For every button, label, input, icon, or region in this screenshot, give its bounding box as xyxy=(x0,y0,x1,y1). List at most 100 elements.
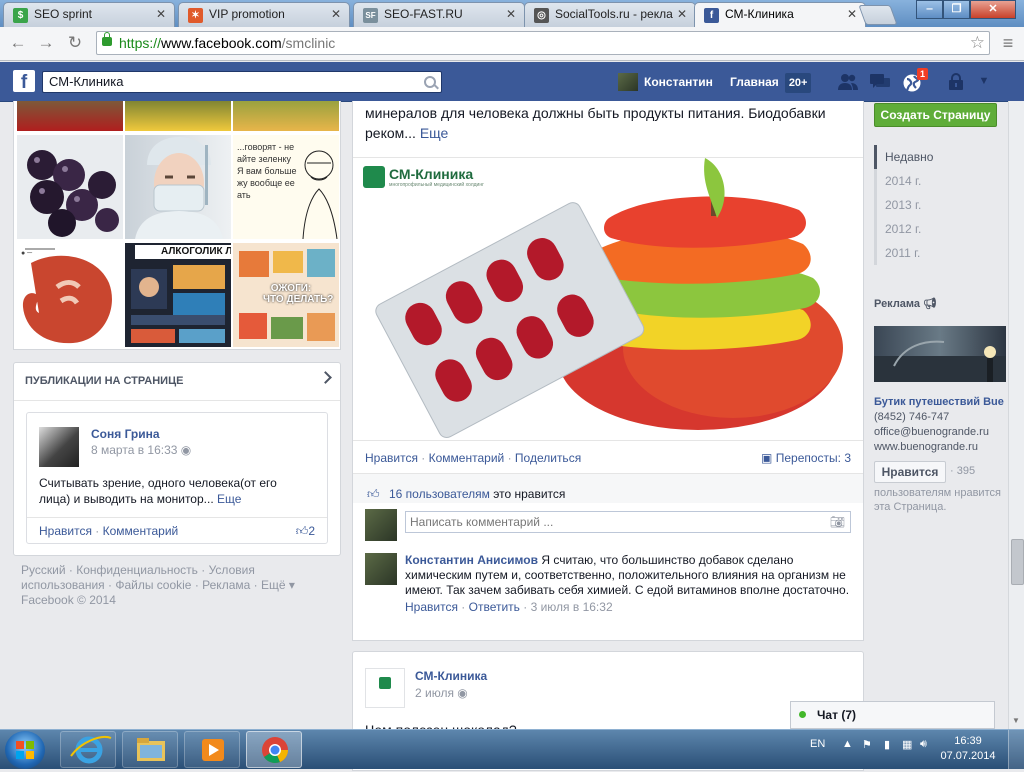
friend-requests-icon[interactable] xyxy=(838,73,858,91)
publications-header[interactable]: ПУБЛИКАЦИИ НА СТРАНИЦЕ xyxy=(14,363,340,401)
like-link[interactable]: Нравится xyxy=(39,524,92,538)
photo-thumbnail-kidney[interactable]: ● ─ xyxy=(17,243,123,347)
profile-link[interactable]: Константин xyxy=(618,72,713,92)
footer-link-more[interactable]: Ещё xyxy=(261,578,286,592)
shares-link[interactable]: ▣ Перепосты: 3 xyxy=(761,451,851,465)
comment-link[interactable]: Комментарий xyxy=(429,451,505,465)
photo-thumbnail[interactable] xyxy=(125,101,231,131)
comment-reply-link[interactable]: Ответить xyxy=(469,600,520,614)
windows-start-button[interactable] xyxy=(5,731,45,769)
post-image[interactable]: СМ-Клиника многопрофильный медицинский х… xyxy=(353,157,863,441)
create-page-button[interactable]: Создать Страницу xyxy=(874,103,997,127)
year-2011[interactable]: 2011 г. xyxy=(874,241,994,265)
photo-thumbnail-nurse[interactable] xyxy=(125,135,231,239)
search-icon[interactable] xyxy=(424,76,436,88)
like-link[interactable]: Нравится xyxy=(365,451,418,465)
address-bar[interactable]: https://www.facebook.com/smclinic ☆ xyxy=(96,31,990,55)
forward-icon[interactable]: → xyxy=(36,33,56,53)
close-window-button[interactable]: ✕ xyxy=(970,0,1016,19)
close-tab-icon[interactable]: ✕ xyxy=(506,3,516,26)
action-center-flag-icon[interactable]: ⚑ xyxy=(862,738,872,751)
show-desktop-button[interactable] xyxy=(1008,730,1024,769)
camera-icon[interactable]: 📷︎ xyxy=(830,512,845,532)
photo-thumbnail-meme[interactable]: ...говорят - не айте зеленку Я вам больш… xyxy=(233,135,339,239)
ad-title[interactable]: Бутик путешествий Bue xyxy=(874,395,1014,410)
footer-link-cookies[interactable]: Файлы cookie xyxy=(115,578,191,592)
back-icon[interactable]: ← xyxy=(8,33,28,53)
close-tab-icon[interactable]: ✕ xyxy=(156,3,166,26)
publications-title: ПУБЛИКАЦИИ НА СТРАНИЦЕ xyxy=(25,375,184,387)
close-tab-icon[interactable]: ✕ xyxy=(677,3,687,26)
ads-header: Реклама 📢︎ xyxy=(874,297,937,310)
comment-author[interactable]: Константин Анисимов xyxy=(405,553,538,567)
comment-input[interactable]: Написать комментарий ... 📷︎ xyxy=(405,511,851,533)
avatar[interactable] xyxy=(365,553,397,585)
ad-like-button[interactable]: Нравится xyxy=(874,461,946,483)
share-link[interactable]: Поделиться xyxy=(515,451,581,465)
system-clock[interactable]: 16:39 07.07.2014 xyxy=(940,734,996,764)
internet-explorer-icon[interactable] xyxy=(60,731,116,768)
see-more-link[interactable]: Еще xyxy=(420,125,449,141)
tab-vip-promotion[interactable]: ✶ VIP promotion ✕ xyxy=(178,2,350,27)
likes-count[interactable]: 👍︎2 xyxy=(296,518,315,544)
photo-thumbnail[interactable] xyxy=(233,101,339,131)
reload-icon[interactable]: ↻ xyxy=(65,33,85,53)
tray-expand-icon[interactable]: ▲ xyxy=(842,738,853,750)
scrollbar-thumb[interactable] xyxy=(1011,539,1024,585)
tab-sm-clinic[interactable]: f СМ-Клиника ✕ xyxy=(694,2,866,28)
bookmark-star-icon[interactable]: ☆ xyxy=(970,32,985,54)
chat-bar[interactable]: Чат (7) xyxy=(790,701,995,729)
menu-icon[interactable]: ≡ xyxy=(998,33,1018,53)
close-tab-icon[interactable]: ✕ xyxy=(847,3,857,26)
likes-count-link[interactable]: 16 пользователям xyxy=(389,487,490,501)
footer-link-language[interactable]: Русский xyxy=(21,563,66,577)
chevron-right-icon[interactable] xyxy=(319,371,332,384)
account-menu-chevron-down-icon[interactable]: ▼ xyxy=(974,75,994,93)
tab-seo-sprint[interactable]: $ SEO sprint ✕ xyxy=(3,2,175,27)
media-player-icon[interactable] xyxy=(184,731,240,768)
post-author[interactable]: СМ-Клиника xyxy=(415,669,487,683)
volume-icon[interactable]: 🔊︎ xyxy=(920,738,927,751)
avatar[interactable] xyxy=(39,427,79,467)
see-more-link[interactable]: Еще xyxy=(217,492,241,506)
home-link[interactable]: Главная 20+ xyxy=(730,72,812,93)
facebook-logo-icon[interactable]: f xyxy=(13,70,35,93)
keyboard-language[interactable]: EN xyxy=(810,738,825,750)
year-2012[interactable]: 2012 г. xyxy=(874,217,994,241)
comment-date[interactable]: 3 июля в 16:32 xyxy=(531,600,613,614)
search-input[interactable]: СМ-Клиника xyxy=(42,71,442,93)
tab-seo-fast[interactable]: SF SEO-FAST.RU ✕ xyxy=(353,2,525,27)
socialtools-favicon-icon: ◎ xyxy=(534,8,549,23)
tab-socialtools[interactable]: ◎ SocialTools.ru - рекла ✕ xyxy=(524,2,696,27)
ad-image[interactable] xyxy=(874,326,1006,382)
publication-author[interactable]: Соня Грина xyxy=(91,427,160,441)
comment-link[interactable]: Комментарий xyxy=(103,524,179,538)
new-tab-button[interactable] xyxy=(858,5,898,25)
messages-icon[interactable] xyxy=(870,73,890,91)
scroll-down-icon[interactable]: ▼ xyxy=(1012,716,1020,725)
year-recent[interactable]: Недавно xyxy=(874,145,994,169)
footer-link-privacy[interactable]: Конфиденциальность xyxy=(76,563,198,577)
year-2013[interactable]: 2013 г. xyxy=(874,193,994,217)
chrome-icon[interactable] xyxy=(246,731,302,768)
privacy-lock-icon[interactable] xyxy=(946,73,966,91)
close-tab-icon[interactable]: ✕ xyxy=(331,3,341,26)
url-host: www.facebook.com xyxy=(161,35,282,51)
publication-card: Соня Грина 8 марта в 16:33 ◉ Считывать з… xyxy=(26,412,328,544)
photo-thumbnail[interactable] xyxy=(17,101,123,131)
photo-thumbnail-burns[interactable]: ОЖОГИ: ЧТО ДЕЛАТЬ? xyxy=(233,243,339,347)
file-explorer-icon[interactable] xyxy=(122,731,178,768)
sm-clinic-avatar[interactable] xyxy=(365,668,405,708)
page-scrollbar[interactable]: ▼ xyxy=(1008,101,1024,729)
maximize-button[interactable]: ❐ xyxy=(943,0,970,19)
network-icon[interactable]: ▦ xyxy=(902,738,912,751)
comment-like-link[interactable]: Нравится xyxy=(405,600,458,614)
minimize-button[interactable]: ‒ xyxy=(916,0,943,19)
power-icon[interactable]: ▮ xyxy=(884,738,890,751)
photo-thumbnail-berries[interactable] xyxy=(17,135,123,239)
year-2014[interactable]: 2014 г. xyxy=(874,169,994,193)
post-date[interactable]: 2 июля ◉ xyxy=(415,686,468,700)
footer-link-ads[interactable]: Реклама xyxy=(202,578,250,592)
photo-thumbnail-alcohol[interactable]: АЛКОГОЛИК ЛИ xyxy=(125,243,231,347)
publication-date[interactable]: 8 марта в 16:33 ◉ xyxy=(91,443,191,457)
